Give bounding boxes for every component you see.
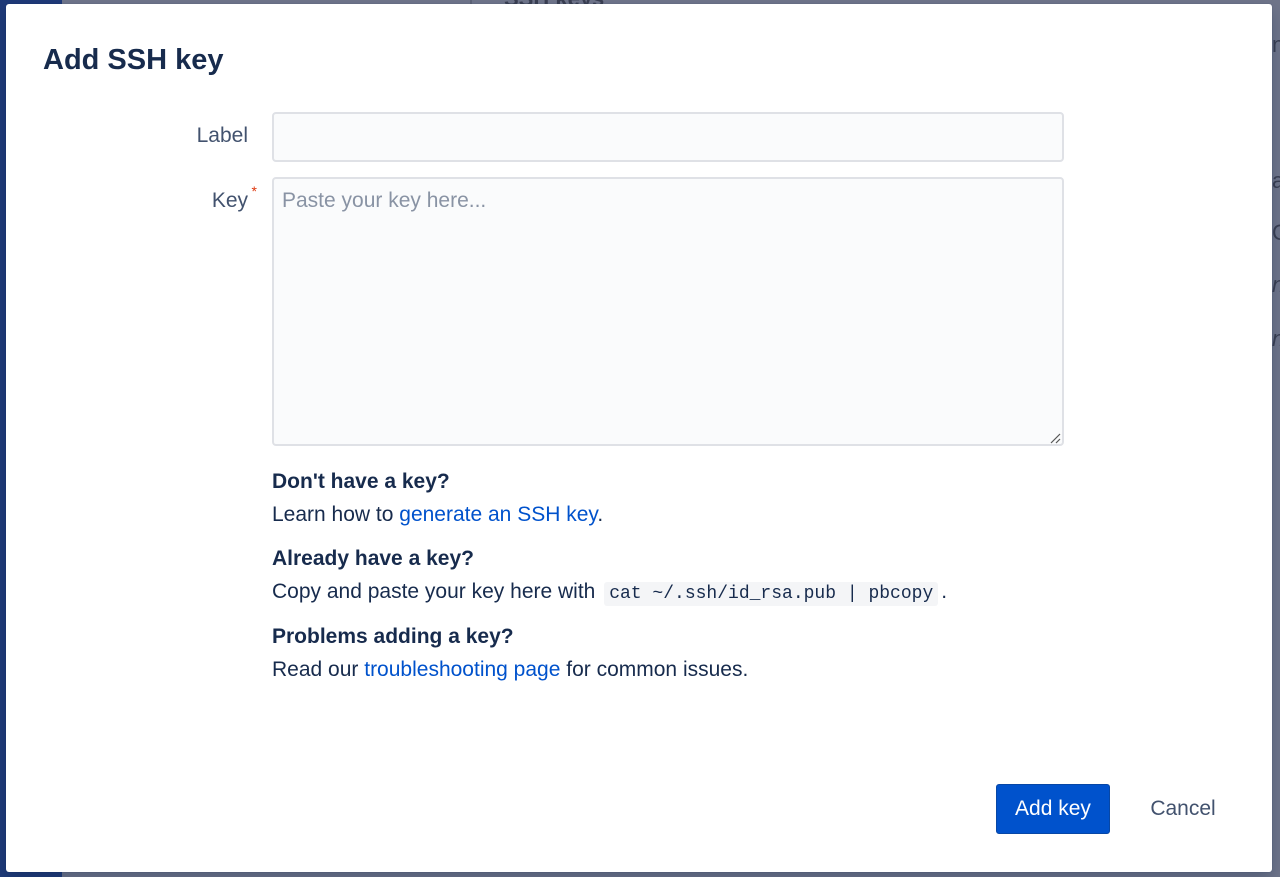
copy-command-code: cat ~/.ssh/id_rsa.pub | pbcopy [604,582,939,606]
help-heading: Problems adding a key? [272,625,514,648]
help-text-segment: . [941,580,948,603]
add-ssh-key-dialog: Add SSH key Label Key * Don't have a key… [6,4,1272,872]
help-text-segment: for common issues. [560,658,749,681]
help-problems: Problems adding a key? Read our troubles… [272,625,1072,685]
background-text-fragment: a [1272,168,1280,193]
key-field-label: Key [211,189,248,212]
troubleshooting-page-link[interactable]: troubleshooting page [364,658,560,681]
dialog-title: Add SSH key [43,44,224,76]
background-text-fragment: n [1272,326,1280,352]
help-text-segment: . [597,503,604,526]
background-text-fragment: n [1272,272,1280,298]
help-text-segment: Read our [272,658,365,681]
required-marker: * [251,183,257,199]
help-heading: Already have a key? [272,547,474,570]
help-no-key: Don't have a key? Learn how to generate … [272,470,1072,530]
help-text: Copy and paste your key here with cat ~/… [272,577,1072,607]
key-field-label-container: Key * [211,183,257,212]
help-text-segment: Learn how to [272,503,400,526]
background-text-fragment: C [1272,220,1280,245]
help-text: Learn how to generate an SSH key. [272,500,1072,530]
cancel-button[interactable]: Cancel [1128,784,1238,834]
label-input[interactable] [272,112,1064,162]
add-key-button[interactable]: Add key [996,784,1110,834]
help-heading: Don't have a key? [272,470,450,493]
help-text-segment: Copy and paste your key here with [272,580,596,603]
resize-handle-icon[interactable] [1049,432,1061,444]
key-field-label-wrapper: Key * [156,183,257,213]
help-text: Read our troubleshooting page for common… [272,655,1072,685]
generate-ssh-key-link[interactable]: generate an SSH key [399,503,597,526]
background-text-fragment: n [1272,32,1280,57]
label-field-label: Label [196,124,248,147]
help-have-key: Already have a key? Copy and paste your … [272,547,1072,607]
key-textarea[interactable] [272,177,1064,446]
